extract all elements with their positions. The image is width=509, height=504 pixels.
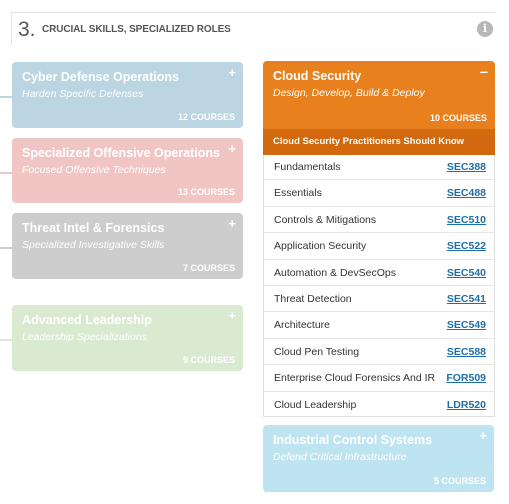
connector-line [0, 96, 12, 98]
course-name: Essentials [274, 187, 322, 200]
section-number: 3. [18, 18, 36, 41]
subheader-label: Cloud Security Practitioners Should Know [273, 136, 465, 147]
course-name: Cloud Leadership [274, 398, 357, 411]
course-code-link[interactable]: SEC549 [447, 319, 486, 331]
card-threat-intel-forensics[interactable]: Threat Intel & Forensics Specialized Inv… [12, 213, 243, 279]
card-cloud-security-expanded: Cloud Security Design, Develop, Build & … [263, 61, 495, 417]
card-subtitle: Defend Critical Infrastructure [273, 451, 407, 463]
course-code-link[interactable]: FOR509 [446, 372, 486, 384]
card-industrial-control-systems[interactable]: Industrial Control Systems Defend Critic… [263, 425, 494, 492]
card-subtitle: Design, Develop, Build & Deploy [273, 87, 425, 99]
connector-line [0, 339, 12, 341]
course-row: Threat Detection SEC541 [264, 286, 494, 313]
card-subtitle: Specialized Investigative Skills [22, 239, 165, 251]
course-name: Enterprise Cloud Forensics And IR [274, 372, 436, 385]
card-title: Cloud Security [273, 69, 362, 83]
card-title: Industrial Control Systems [273, 433, 433, 447]
practitioners-subheader: Cloud Security Practitioners Should Know [263, 129, 495, 155]
course-name: Cloud Pen Testing [274, 345, 360, 358]
course-count: 5 COURSES [433, 476, 486, 486]
expand-plus-icon[interactable]: + [479, 428, 487, 443]
course-code-link[interactable]: SEC388 [447, 161, 486, 173]
course-code-link[interactable]: SEC588 [447, 346, 486, 358]
card-title: Advanced Leadership [22, 313, 152, 327]
card-subtitle: Focused Offensive Techniques [22, 164, 166, 176]
course-row: Cloud Leadership LDR520 [264, 392, 494, 418]
expand-plus-icon[interactable]: + [228, 65, 236, 80]
course-row: Controls & Mitigations SEC510 [264, 207, 494, 234]
course-name: Controls & Mitigations [274, 213, 377, 226]
card-title: Threat Intel & Forensics [22, 221, 165, 235]
expand-plus-icon[interactable]: + [228, 308, 236, 323]
card-header-cloud-security[interactable]: Cloud Security Design, Develop, Build & … [263, 61, 495, 129]
course-row: Cloud Pen Testing SEC588 [264, 339, 494, 366]
section-header: 3. CRUCIAL SKILLS, SPECIALIZED ROLES i [11, 12, 495, 44]
course-code-link[interactable]: SEC540 [447, 267, 486, 279]
course-row: Architecture SEC549 [264, 312, 494, 339]
connector-line [0, 172, 12, 174]
course-list: Fundamentals SEC388 Essentials SEC488 Cont… [264, 154, 494, 418]
course-code-link[interactable]: SEC510 [447, 214, 486, 226]
card-subtitle: Leadership Specializations [22, 331, 147, 343]
course-count: 13 COURSES [177, 187, 235, 197]
course-name: Application Security [274, 240, 367, 253]
course-code-link[interactable]: SEC522 [447, 240, 486, 252]
course-row: Essentials SEC488 [264, 180, 494, 207]
course-row: Automation & DevSecOps SEC540 [264, 260, 494, 286]
course-name: Architecture [274, 319, 331, 332]
expand-plus-icon[interactable]: + [228, 216, 236, 231]
card-cyber-defense-operations[interactable]: Cyber Defense Operations Harden Specific… [12, 62, 243, 128]
section-title: CRUCIAL SKILLS, SPECIALIZED ROLES [42, 24, 231, 35]
expand-plus-icon[interactable]: + [228, 141, 236, 156]
card-advanced-leadership[interactable]: Advanced Leadership Leadership Specializ… [12, 305, 243, 371]
info-icon[interactable]: i [477, 21, 493, 37]
course-code-link[interactable]: LDR520 [447, 399, 486, 411]
course-row: Fundamentals SEC388 [264, 154, 494, 181]
course-code-link[interactable]: SEC488 [447, 187, 486, 199]
card-title: Specialized Offensive Operations [22, 146, 220, 160]
course-name: Fundamentals [274, 161, 341, 173]
course-count: 7 COURSES [182, 263, 235, 273]
card-subtitle: Harden Specific Defenses [22, 88, 144, 100]
course-name: Threat Detection [274, 292, 352, 305]
course-count: 12 COURSES [177, 112, 235, 122]
card-specialized-offensive-operations[interactable]: Specialized Offensive Operations Focused… [12, 138, 243, 203]
course-row: Application Security SEC522 [264, 233, 494, 260]
collapse-minus-icon[interactable]: − [480, 64, 488, 80]
connector-line [0, 247, 12, 249]
course-count: 10 COURSES [429, 113, 487, 123]
course-row: Enterprise Cloud Forensics And IR FOR509 [264, 365, 494, 392]
card-title: Cyber Defense Operations [22, 70, 179, 84]
course-code-link[interactable]: SEC541 [447, 293, 486, 305]
course-count: 9 COURSES [182, 355, 235, 365]
course-name: Automation & DevSecOps [274, 266, 396, 279]
